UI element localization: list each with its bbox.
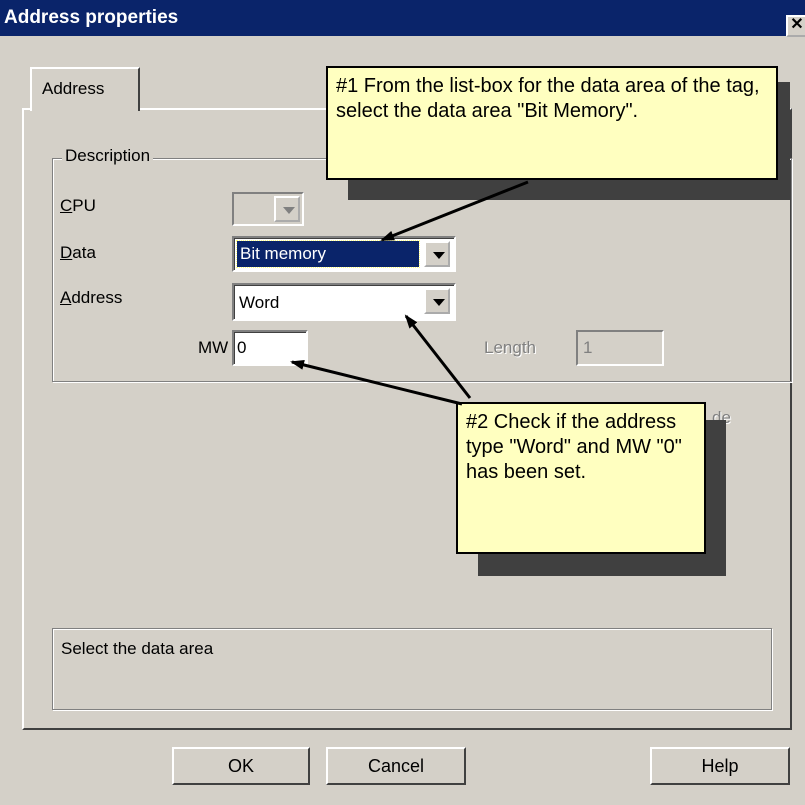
arrow-to-mw-input — [290, 360, 463, 406]
tab-label: Address — [42, 79, 105, 98]
arrow-to-address-select — [404, 314, 472, 399]
arrow-to-data-select — [380, 180, 529, 242]
annotation-arrows — [290, 180, 529, 406]
tab-address[interactable]: Address — [30, 67, 140, 111]
